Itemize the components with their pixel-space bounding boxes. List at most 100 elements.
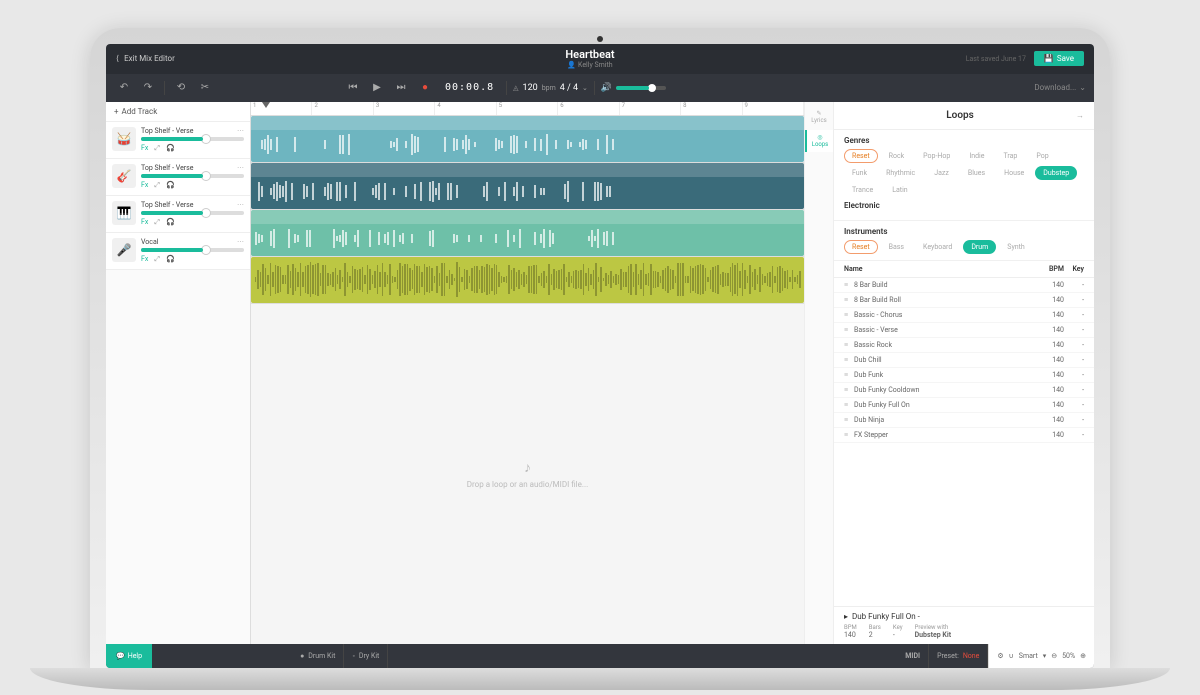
filter-pill[interactable]: Trap [995, 149, 1025, 163]
track-list-panel: +Add Track 🥁 Top Shelf - Verse⋯ Fx ⤢ 🎧 🎸… [106, 102, 251, 644]
transport-toolbar: ↶ ↷ ⟲ ✂ ⏮ ▶ ⏭ ● 00:00.8 ◬ 120 bpm 4 / 4 … [106, 74, 1094, 102]
instrument-icon: 🎤 [112, 238, 136, 262]
track-volume-slider[interactable] [141, 248, 244, 252]
cut-button[interactable]: ✂ [195, 78, 215, 98]
fx-button[interactable]: Fx [141, 218, 148, 227]
loop-table[interactable]: ≡8 Bar Build140-≡8 Bar Build Roll140-≡Ba… [834, 278, 1094, 606]
smart-toggle[interactable]: Smart [1019, 652, 1038, 660]
expand-icon[interactable]: → [1076, 111, 1084, 120]
clip[interactable] [251, 210, 804, 256]
timeline-ruler[interactable]: 123456789 [251, 102, 804, 116]
filter-pill[interactable]: Dubstep [1035, 166, 1077, 180]
bpm-value[interactable]: 120 [523, 83, 538, 93]
filter-pill[interactable]: Bass [881, 240, 912, 254]
instrument-selector[interactable]: ●Drum Kit [292, 644, 344, 668]
loop-button[interactable]: ⟲ [171, 78, 191, 98]
magnet-icon[interactable]: ∪ [1009, 652, 1014, 660]
chevron-down-icon[interactable]: ⌄ [582, 84, 588, 92]
tab-lyrics[interactable]: ✎Lyrics [805, 106, 833, 128]
metronome-icon[interactable]: ◬ [513, 84, 518, 92]
filter-pill[interactable]: Pop-Hop [915, 149, 958, 163]
filter-pill[interactable]: Reset [844, 240, 878, 254]
loop-row[interactable]: ≡Dub Ninja140- [834, 413, 1094, 428]
download-menu[interactable]: Download...⌄ [1034, 83, 1086, 92]
preset-selector[interactable]: ◦Dry Kit [344, 644, 388, 668]
track-volume-slider[interactable] [141, 211, 244, 215]
automation-icon[interactable]: ⤢ [154, 218, 160, 227]
clip[interactable] [251, 116, 804, 162]
redo-button[interactable]: ↷ [138, 78, 158, 98]
filter-pill[interactable]: Keyboard [915, 240, 960, 254]
track-menu-icon[interactable]: ⋯ [237, 164, 244, 172]
skip-fwd-button[interactable]: ⏭ [391, 78, 411, 98]
master-volume-slider[interactable] [616, 86, 666, 90]
loop-row[interactable]: ≡Bassic Rock140- [834, 338, 1094, 353]
filter-pill[interactable]: Rock [881, 149, 913, 163]
track-volume-slider[interactable] [141, 137, 244, 141]
automation-icon[interactable]: ⤢ [154, 144, 160, 153]
play-icon[interactable]: ▸ [844, 612, 848, 621]
loop-row[interactable]: ≡Bassic - Verse140- [834, 323, 1094, 338]
back-icon[interactable]: ⟨ [116, 54, 119, 63]
loop-row[interactable]: ≡8 Bar Build Roll140- [834, 293, 1094, 308]
track-volume-slider[interactable] [141, 174, 244, 178]
skip-back-button[interactable]: ⏮ [343, 78, 363, 98]
fx-button[interactable]: Fx [141, 255, 148, 264]
loop-row[interactable]: ≡Dub Chill140- [834, 353, 1094, 368]
help-button[interactable]: 💬Help [106, 644, 152, 668]
filter-pill[interactable]: Blues [960, 166, 993, 180]
track-name: Top Shelf - Verse [141, 164, 193, 172]
timeline-area[interactable]: 123456789 ♪ Drop a loop or an audio/MIDI… [251, 102, 804, 644]
loop-row[interactable]: ≡Dub Funky Cooldown140- [834, 383, 1094, 398]
filter-pill[interactable]: Synth [999, 240, 1032, 254]
zoom-in-icon[interactable]: ⊕ [1080, 652, 1086, 660]
track-header[interactable]: 🎹 Top Shelf - Verse⋯ Fx ⤢ 🎧 [106, 196, 250, 233]
loop-row[interactable]: ≡FX Stepper140- [834, 428, 1094, 443]
user-icon: 👤 [567, 61, 576, 69]
loop-row[interactable]: ≡Dub Funk140- [834, 368, 1094, 383]
filter-pill[interactable]: Drum [963, 240, 996, 254]
playhead-icon[interactable] [262, 102, 270, 108]
headphones-icon[interactable]: 🎧 [166, 144, 175, 153]
filter-pill[interactable]: Pop [1028, 149, 1056, 163]
track-header[interactable]: 🥁 Top Shelf - Verse⋯ Fx ⤢ 🎧 [106, 122, 250, 159]
filter-pill[interactable]: Funk [844, 166, 875, 180]
play-button[interactable]: ▶ [367, 78, 387, 98]
zoom-out-icon[interactable]: ⊖ [1051, 652, 1057, 660]
filter-pill[interactable]: House [996, 166, 1032, 180]
clip[interactable] [251, 163, 804, 209]
loop-row[interactable]: ≡Dub Funky Full On140- [834, 398, 1094, 413]
track-menu-icon[interactable]: ⋯ [237, 127, 244, 135]
filter-pill[interactable]: Rhythmic [878, 166, 923, 180]
filter-pill[interactable]: Reset [844, 149, 878, 163]
save-button[interactable]: 💾Save [1034, 51, 1084, 66]
time-signature[interactable]: 4 / 4 [560, 83, 578, 93]
fx-button[interactable]: Fx [141, 144, 148, 153]
clip[interactable] [251, 257, 804, 303]
dropzone[interactable]: ♪ Drop a loop or an audio/MIDI file... [251, 304, 804, 644]
headphones-icon[interactable]: 🎧 [166, 181, 175, 190]
filter-pill[interactable]: Trance [844, 183, 881, 197]
automation-icon[interactable]: ⤢ [154, 255, 160, 264]
record-button[interactable]: ● [415, 78, 435, 98]
automation-icon[interactable]: ⤢ [154, 181, 160, 190]
track-menu-icon[interactable]: ⋯ [237, 201, 244, 209]
filter-pill[interactable]: Jazz [926, 166, 957, 180]
fx-button[interactable]: Fx [141, 181, 148, 190]
gear-icon[interactable]: ⚙ [997, 652, 1003, 660]
tab-loops[interactable]: ◎Loops [805, 130, 833, 152]
filter-pill[interactable]: Latin [884, 183, 915, 197]
loop-row[interactable]: ≡Bassic - Chorus140- [834, 308, 1094, 323]
headphones-icon[interactable]: 🎧 [166, 255, 175, 264]
filter-pill[interactable]: Indie [961, 149, 992, 163]
track-menu-icon[interactable]: ⋯ [237, 238, 244, 246]
track-header[interactable]: 🎸 Top Shelf - Verse⋯ Fx ⤢ 🎧 [106, 159, 250, 196]
add-track-button[interactable]: +Add Track [106, 102, 250, 122]
loop-row[interactable]: ≡8 Bar Build140- [834, 278, 1094, 293]
headphones-icon[interactable]: 🎧 [166, 218, 175, 227]
exit-editor-link[interactable]: Exit Mix Editor [124, 54, 175, 63]
preset-value[interactable]: None [963, 652, 980, 660]
track-header[interactable]: 🎤 Vocal⋯ Fx ⤢ 🎧 [106, 233, 250, 270]
undo-button[interactable]: ↶ [114, 78, 134, 98]
volume-icon[interactable]: 🔊 [601, 83, 612, 93]
